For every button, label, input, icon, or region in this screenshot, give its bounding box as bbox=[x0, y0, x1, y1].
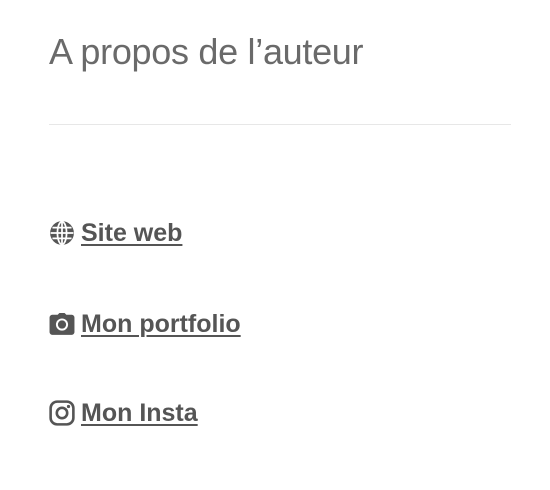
camera-icon bbox=[49, 311, 75, 337]
link-row-instagram: Mon Insta bbox=[49, 400, 198, 426]
website-link[interactable]: Site web bbox=[49, 220, 182, 246]
globe-icon bbox=[49, 220, 75, 246]
portfolio-link-label: Mon portfolio bbox=[81, 309, 241, 338]
instagram-icon bbox=[49, 400, 75, 426]
widget-title: A propos de l’auteur bbox=[49, 31, 364, 72]
portfolio-link[interactable]: Mon portfolio bbox=[49, 311, 241, 337]
link-row-portfolio: Mon portfolio bbox=[49, 311, 241, 337]
author-widget: A propos de l’auteur Site web Mon portfo… bbox=[0, 0, 550, 490]
divider bbox=[49, 124, 511, 125]
link-row-website: Site web bbox=[49, 220, 182, 246]
instagram-link[interactable]: Mon Insta bbox=[49, 400, 198, 426]
website-link-label: Site web bbox=[81, 218, 183, 247]
instagram-link-label: Mon Insta bbox=[81, 398, 198, 427]
